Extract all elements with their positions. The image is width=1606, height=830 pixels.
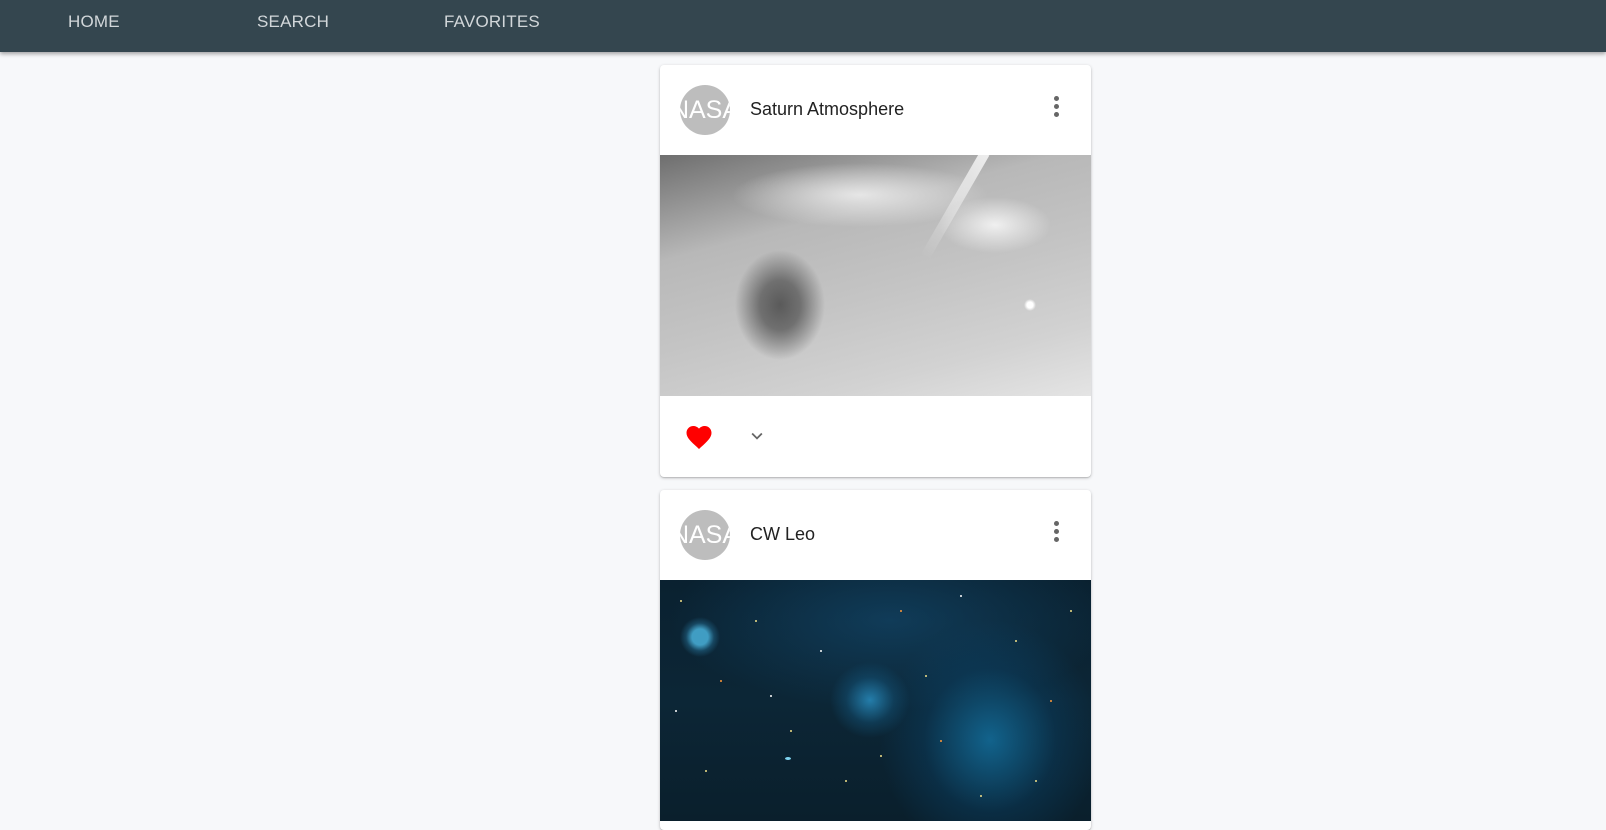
avatar: NASA <box>680 510 730 560</box>
star <box>720 680 722 682</box>
card-title: Saturn Atmosphere <box>750 99 905 119</box>
more-vert-icon <box>1053 95 1059 101</box>
top-navigation-bar: HOME SEARCH FAVORITES <box>0 0 1606 52</box>
star <box>980 795 982 797</box>
star <box>675 710 677 712</box>
star <box>900 610 902 612</box>
nav-search-link[interactable]: SEARCH <box>257 12 329 32</box>
avatar-label: NASA <box>680 95 730 124</box>
card-image-cw-leo <box>660 580 1091 821</box>
card-image-saturn <box>660 155 1091 396</box>
more-vert-icon-dot <box>1053 103 1059 109</box>
nav-home-link[interactable]: HOME <box>68 12 120 32</box>
star <box>1050 700 1052 702</box>
star <box>790 730 792 732</box>
star <box>880 755 882 757</box>
heart-icon <box>686 426 712 449</box>
star <box>960 595 962 597</box>
more-vert-icon-dot <box>1053 528 1059 534</box>
card-header: NASA Saturn Atmosphere <box>660 65 1091 155</box>
image-card: NASA Saturn Atmosphere <box>660 65 1091 477</box>
star <box>1035 780 1037 782</box>
avatar-label: NASA <box>680 520 730 549</box>
star <box>705 770 707 772</box>
star <box>820 650 822 652</box>
more-vert-icon-dot <box>1053 111 1059 117</box>
star <box>770 695 772 697</box>
image-detail <box>920 155 990 260</box>
star <box>755 620 757 622</box>
star <box>680 600 682 602</box>
more-options-button[interactable] <box>1049 518 1063 544</box>
chevron-down-icon <box>751 432 763 440</box>
more-options-button[interactable] <box>1049 93 1063 119</box>
star <box>845 780 847 782</box>
card-title: CW Leo <box>750 524 816 544</box>
star <box>1070 610 1072 612</box>
card-header: NASA CW Leo <box>660 490 1091 580</box>
star <box>785 757 791 760</box>
card-actions <box>660 396 1091 476</box>
more-vert-icon-dot <box>1053 536 1059 542</box>
star <box>925 675 927 677</box>
image-card: NASA CW Leo <box>660 490 1091 830</box>
more-vert-icon <box>1053 520 1059 526</box>
nav-favorites-link[interactable]: FAVORITES <box>444 12 540 32</box>
expand-button[interactable] <box>746 425 768 447</box>
star <box>940 740 942 742</box>
favorite-button[interactable] <box>684 422 714 450</box>
avatar: NASA <box>680 85 730 135</box>
star <box>1015 640 1017 642</box>
